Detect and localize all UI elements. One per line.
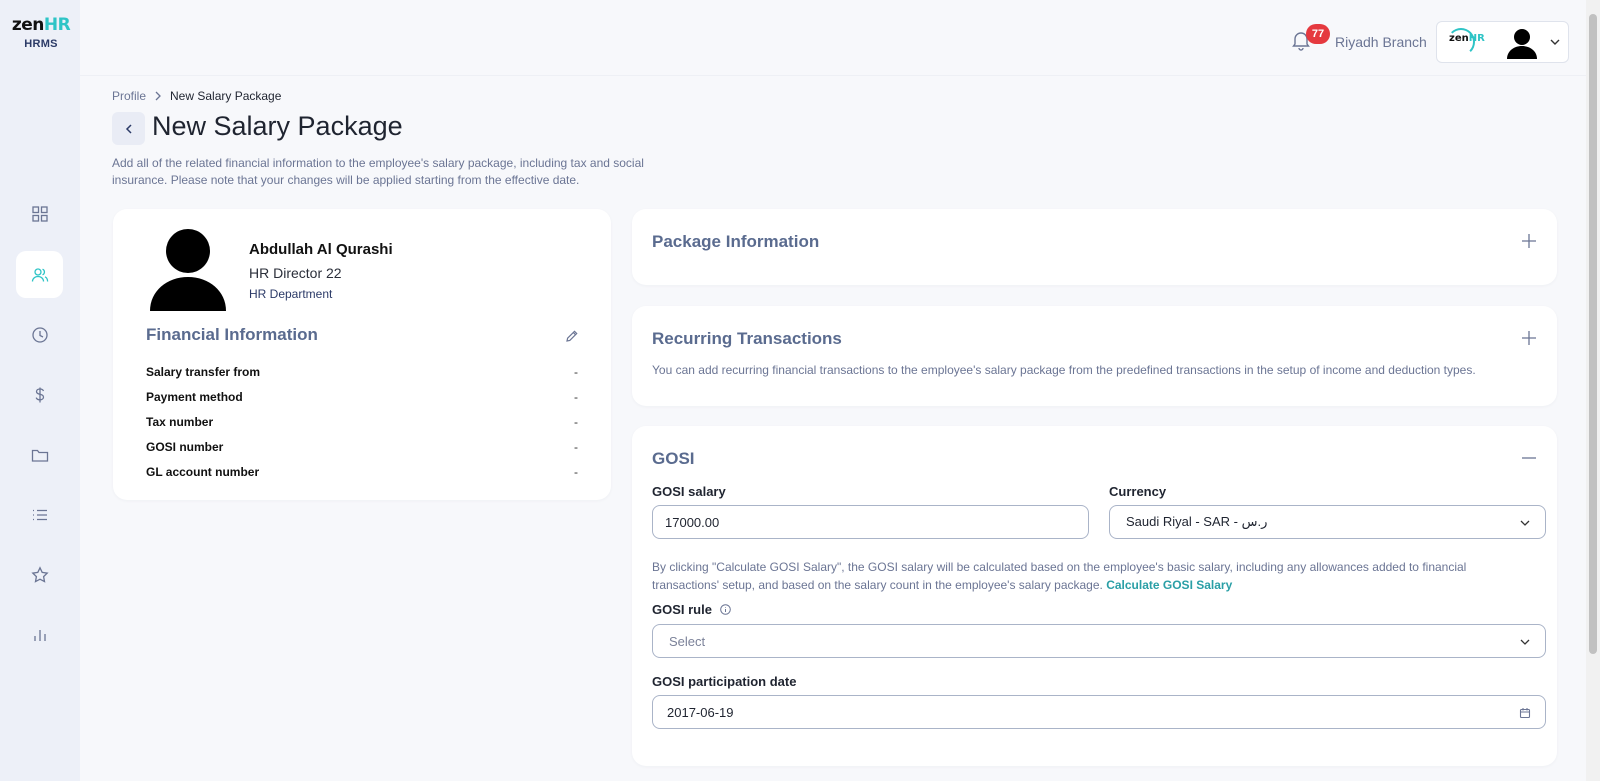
employee-name: Abdullah Al Qurashi — [249, 241, 393, 258]
currency-selected-value: Saudi Riyal - SAR - ر.س — [1126, 514, 1268, 529]
people-icon — [31, 267, 48, 282]
sidebar: zenHR HRMS — [0, 0, 80, 781]
info-icon[interactable] — [719, 604, 731, 615]
nav-favorites[interactable] — [16, 551, 63, 598]
package-information-section[interactable]: Package Information — [632, 209, 1557, 285]
chevron-down-icon — [1520, 520, 1530, 526]
dashboard-icon — [31, 205, 48, 222]
recurring-transactions-description: You can add recurring financial transact… — [652, 363, 1476, 377]
account-menu[interactable]: zenHR — [1436, 21, 1569, 63]
financial-row-value: - — [574, 365, 578, 379]
calculate-gosi-salary-link[interactable]: Calculate GOSI Salary — [1106, 578, 1232, 592]
gosi-participation-date-input[interactable]: 2017-06-19 — [652, 695, 1546, 729]
logo-main-text: zen — [11, 15, 45, 35]
chevron-down-icon — [1520, 639, 1530, 645]
logo-accent-text: HR — [43, 15, 71, 35]
zenhr-logo[interactable]: zenHR HRMS — [10, 16, 72, 50]
collapse-minus-icon[interactable] — [1521, 450, 1537, 466]
gosi-participation-date-label: GOSI participation date — [652, 674, 797, 689]
notification-badge[interactable]: 77 — [1306, 24, 1330, 44]
gosi-participation-date-value: 2017-06-19 — [667, 704, 734, 720]
calendar-icon[interactable] — [1519, 707, 1531, 719]
recurring-transactions-title: Recurring Transactions — [652, 329, 842, 348]
gosi-section: GOSI GOSI salary 17000.00 Currency Saudi… — [632, 426, 1557, 766]
gosi-rule-label: GOSI rule — [652, 602, 731, 617]
company-logo-accent: HR — [1468, 33, 1485, 44]
edit-icon[interactable] — [565, 329, 579, 343]
financial-row-label: GOSI number — [146, 440, 224, 454]
gosi-salary-label: GOSI salary — [652, 484, 726, 499]
breadcrumb: Profile New Salary Package — [112, 89, 281, 103]
page-scrollbar[interactable] — [1586, 0, 1600, 781]
folder-icon — [31, 449, 48, 462]
financial-row: GOSI number - — [146, 440, 578, 454]
financial-row-value: - — [574, 440, 578, 454]
breadcrumb-current: New Salary Package — [170, 89, 282, 103]
back-button[interactable] — [112, 112, 145, 145]
nav-reports[interactable] — [16, 611, 63, 658]
nav-lists[interactable] — [16, 491, 63, 538]
gosi-description-text: By clicking "Calculate GOSI Salary", the… — [652, 560, 1467, 592]
financial-row: Salary transfer from - — [146, 365, 578, 379]
logo-wordmark: zenHR — [10, 16, 72, 34]
branch-name[interactable]: Riyadh Branch — [1335, 34, 1427, 50]
company-logo: zenHR — [1449, 33, 1485, 44]
star-icon — [30, 565, 49, 583]
currency-select[interactable]: Saudi Riyal - SAR - ر.س — [1109, 505, 1546, 539]
bar-chart-icon — [33, 629, 46, 641]
employee-job-title: HR Director 22 — [249, 265, 342, 281]
financial-row-label: Payment method — [146, 390, 243, 404]
financial-row: Tax number - — [146, 415, 578, 429]
nav-payroll[interactable] — [16, 371, 63, 418]
chevron-right-icon — [155, 91, 161, 101]
financial-row: GL account number - — [146, 465, 578, 479]
nav-dashboard[interactable] — [16, 190, 63, 237]
gosi-salary-input[interactable]: 17000.00 — [652, 505, 1089, 539]
gosi-calculation-description: By clicking "Calculate GOSI Salary", the… — [652, 558, 1522, 594]
list-icon — [32, 509, 47, 520]
financial-row: Payment method - — [146, 390, 578, 404]
gosi-title: GOSI — [652, 449, 695, 468]
gosi-rule-select[interactable]: Select — [652, 624, 1546, 658]
financial-row-value: - — [574, 390, 578, 404]
page-description: Add all of the related financial informa… — [112, 156, 644, 187]
chevron-left-icon — [125, 123, 132, 134]
financial-row-value: - — [574, 415, 578, 429]
financial-row-label: GL account number — [146, 465, 260, 479]
scrollbar-thumb[interactable] — [1589, 14, 1597, 654]
financial-row-label: Tax number — [146, 415, 214, 429]
nav-attendance[interactable] — [16, 311, 63, 358]
recurring-transactions-section[interactable]: Recurring Transactions You can add recur… — [632, 306, 1557, 406]
dollar-icon — [35, 387, 44, 402]
nav-documents[interactable] — [16, 431, 63, 478]
financial-row-label: Salary transfer from — [146, 365, 261, 379]
chevron-down-icon — [1550, 39, 1560, 45]
page-title: New Salary Package — [152, 111, 403, 141]
user-avatar — [1507, 29, 1537, 59]
employee-card: Abdullah Al Qurashi HR Director 22 HR De… — [113, 209, 611, 500]
gosi-rule-label-text: GOSI rule — [652, 602, 712, 617]
expand-plus-icon[interactable] — [1521, 330, 1537, 346]
clock-icon — [31, 326, 48, 343]
currency-label: Currency — [1109, 484, 1167, 499]
financial-info-title: Financial Information — [146, 325, 318, 344]
employee-avatar — [150, 229, 226, 311]
gosi-rule-placeholder: Select — [669, 633, 706, 649]
package-information-title: Package Information — [652, 232, 820, 251]
nav-people[interactable] — [16, 251, 63, 298]
product-name: HRMS — [24, 38, 58, 50]
company-logo-main: zen — [1449, 33, 1469, 44]
financial-row-value: - — [574, 465, 578, 479]
employee-department: HR Department — [249, 287, 333, 301]
breadcrumb-profile[interactable]: Profile — [112, 89, 146, 103]
expand-plus-icon[interactable] — [1521, 233, 1537, 249]
